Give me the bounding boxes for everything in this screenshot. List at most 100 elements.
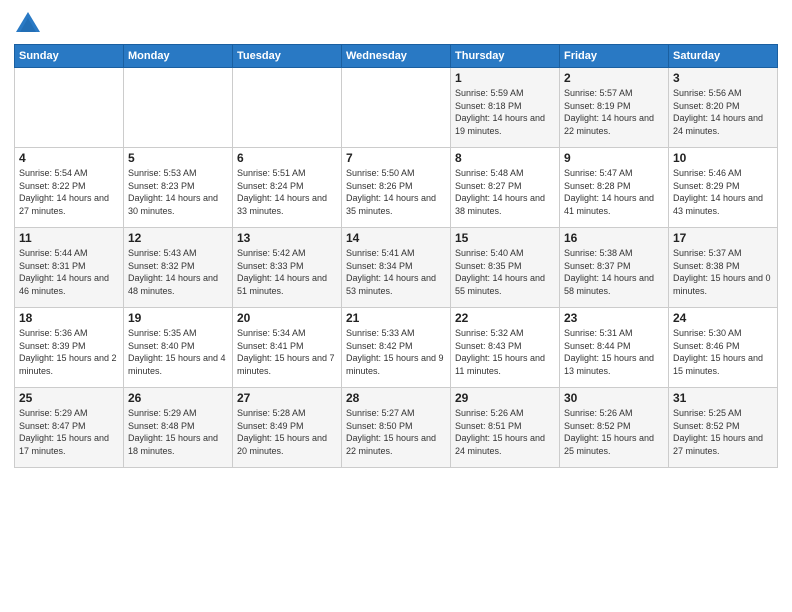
calendar-cell: 27 Sunrise: 5:28 AM Sunset: 8:49 PM Dayli… — [233, 388, 342, 468]
day-detail: Sunrise: 5:44 AM Sunset: 8:31 PM Dayligh… — [19, 247, 119, 297]
calendar-cell: 13 Sunrise: 5:42 AM Sunset: 8:33 PM Dayli… — [233, 228, 342, 308]
day-number: 9 — [564, 151, 664, 165]
calendar-cell: 2Sunrise: 5:57 AM Sunset: 8:19 PM Daylig… — [560, 68, 669, 148]
calendar-cell: 4 Sunrise: 5:54 AM Sunset: 8:22 PM Daylig… — [15, 148, 124, 228]
logo — [14, 10, 46, 38]
day-detail: Sunrise: 5:37 AM Sunset: 8:38 PM Dayligh… — [673, 247, 773, 297]
calendar-cell: 22 Sunrise: 5:32 AM Sunset: 8:43 PM Dayli… — [451, 308, 560, 388]
day-number: 5 — [128, 151, 228, 165]
day-detail: Sunrise: 5:59 AM Sunset: 8:18 PM Dayligh… — [455, 87, 555, 137]
calendar-header: SundayMondayTuesdayWednesdayThursdayFrid… — [15, 45, 778, 68]
day-detail: Sunrise: 5:36 AM Sunset: 8:39 PM Dayligh… — [19, 327, 119, 377]
week-row-0: 1 Sunrise: 5:59 AM Sunset: 8:18 PM Daylig… — [15, 68, 778, 148]
calendar-cell: 10Sunrise: 5:46 AM Sunset: 8:29 PM Dayli… — [669, 148, 778, 228]
day-detail: Sunrise: 5:35 AM Sunset: 8:40 PM Dayligh… — [128, 327, 228, 377]
calendar-cell: 31 Sunrise: 5:25 AM Sunset: 8:52 PM Dayli… — [669, 388, 778, 468]
day-detail: Sunrise: 5:47 AM Sunset: 8:28 PM Dayligh… — [564, 167, 664, 217]
calendar-cell: 19 Sunrise: 5:35 AM Sunset: 8:40 PM Dayli… — [124, 308, 233, 388]
col-header-saturday: Saturday — [669, 45, 778, 68]
day-detail: Sunrise: 5:32 AM Sunset: 8:43 PM Dayligh… — [455, 327, 555, 377]
calendar-cell — [15, 68, 124, 148]
day-number: 21 — [346, 311, 446, 325]
day-detail: Sunrise: 5:28 AM Sunset: 8:49 PM Dayligh… — [237, 407, 337, 457]
day-number: 1 — [455, 71, 555, 85]
calendar-cell: 28 Sunrise: 5:27 AM Sunset: 8:50 PM Dayli… — [342, 388, 451, 468]
day-detail: Sunrise: 5:51 AM Sunset: 8:24 PM Dayligh… — [237, 167, 337, 217]
day-number: 26 — [128, 391, 228, 405]
calendar-cell: 5Sunrise: 5:53 AM Sunset: 8:23 PM Daylig… — [124, 148, 233, 228]
calendar-cell: 3 Sunrise: 5:56 AM Sunset: 8:20 PM Daylig… — [669, 68, 778, 148]
day-number: 24 — [673, 311, 773, 325]
day-detail: Sunrise: 5:25 AM Sunset: 8:52 PM Dayligh… — [673, 407, 773, 457]
day-number: 30 — [564, 391, 664, 405]
day-number: 16 — [564, 231, 664, 245]
day-detail: Sunrise: 5:40 AM Sunset: 8:35 PM Dayligh… — [455, 247, 555, 297]
day-number: 27 — [237, 391, 337, 405]
calendar-cell: 24 Sunrise: 5:30 AM Sunset: 8:46 PM Dayli… — [669, 308, 778, 388]
calendar-cell: 1 Sunrise: 5:59 AM Sunset: 8:18 PM Daylig… — [451, 68, 560, 148]
day-detail: Sunrise: 5:31 AM Sunset: 8:44 PM Dayligh… — [564, 327, 664, 377]
day-number: 23 — [564, 311, 664, 325]
calendar-table: SundayMondayTuesdayWednesdayThursdayFrid… — [14, 44, 778, 468]
logo-icon — [14, 10, 42, 38]
calendar-cell: 21 Sunrise: 5:33 AM Sunset: 8:42 PM Dayli… — [342, 308, 451, 388]
page-container: SundayMondayTuesdayWednesdayThursdayFrid… — [0, 0, 792, 481]
day-number: 6 — [237, 151, 337, 165]
day-number: 28 — [346, 391, 446, 405]
calendar-cell — [342, 68, 451, 148]
calendar-cell: 6 Sunrise: 5:51 AM Sunset: 8:24 PM Daylig… — [233, 148, 342, 228]
day-detail: Sunrise: 5:50 AM Sunset: 8:26 PM Dayligh… — [346, 167, 446, 217]
day-detail: Sunrise: 5:26 AM Sunset: 8:52 PM Dayligh… — [564, 407, 664, 457]
week-row-3: 18 Sunrise: 5:36 AM Sunset: 8:39 PM Dayli… — [15, 308, 778, 388]
week-row-1: 4 Sunrise: 5:54 AM Sunset: 8:22 PM Daylig… — [15, 148, 778, 228]
day-detail: Sunrise: 5:33 AM Sunset: 8:42 PM Dayligh… — [346, 327, 446, 377]
day-detail: Sunrise: 5:42 AM Sunset: 8:33 PM Dayligh… — [237, 247, 337, 297]
day-number: 18 — [19, 311, 119, 325]
day-number: 13 — [237, 231, 337, 245]
calendar-cell: 14 Sunrise: 5:41 AM Sunset: 8:34 PM Dayli… — [342, 228, 451, 308]
calendar-cell: 16 Sunrise: 5:38 AM Sunset: 8:37 PM Dayli… — [560, 228, 669, 308]
calendar-cell: 30 Sunrise: 5:26 AM Sunset: 8:52 PM Dayli… — [560, 388, 669, 468]
day-number: 17 — [673, 231, 773, 245]
day-detail: Sunrise: 5:43 AM Sunset: 8:32 PM Dayligh… — [128, 247, 228, 297]
col-header-monday: Monday — [124, 45, 233, 68]
day-number: 15 — [455, 231, 555, 245]
calendar-cell: 11 Sunrise: 5:44 AM Sunset: 8:31 PM Dayli… — [15, 228, 124, 308]
calendar-cell: 26Sunrise: 5:29 AM Sunset: 8:48 PM Dayli… — [124, 388, 233, 468]
day-number: 12 — [128, 231, 228, 245]
day-number: 8 — [455, 151, 555, 165]
day-number: 29 — [455, 391, 555, 405]
day-number: 2 — [564, 71, 664, 85]
day-number: 11 — [19, 231, 119, 245]
day-number: 22 — [455, 311, 555, 325]
day-detail: Sunrise: 5:56 AM Sunset: 8:20 PM Dayligh… — [673, 87, 773, 137]
calendar-cell: 29 Sunrise: 5:26 AM Sunset: 8:51 PM Dayli… — [451, 388, 560, 468]
day-number: 3 — [673, 71, 773, 85]
day-detail: Sunrise: 5:38 AM Sunset: 8:37 PM Dayligh… — [564, 247, 664, 297]
page-header — [14, 10, 778, 38]
day-number: 14 — [346, 231, 446, 245]
day-detail: Sunrise: 5:41 AM Sunset: 8:34 PM Dayligh… — [346, 247, 446, 297]
col-header-thursday: Thursday — [451, 45, 560, 68]
day-number: 19 — [128, 311, 228, 325]
week-row-2: 11 Sunrise: 5:44 AM Sunset: 8:31 PM Dayli… — [15, 228, 778, 308]
header-row: SundayMondayTuesdayWednesdayThursdayFrid… — [15, 45, 778, 68]
calendar-body: 1 Sunrise: 5:59 AM Sunset: 8:18 PM Daylig… — [15, 68, 778, 468]
day-detail: Sunrise: 5:34 AM Sunset: 8:41 PM Dayligh… — [237, 327, 337, 377]
week-row-4: 25Sunrise: 5:29 AM Sunset: 8:47 PM Dayli… — [15, 388, 778, 468]
calendar-cell: 18 Sunrise: 5:36 AM Sunset: 8:39 PM Dayli… — [15, 308, 124, 388]
day-detail: Sunrise: 5:54 AM Sunset: 8:22 PM Dayligh… — [19, 167, 119, 217]
day-detail: Sunrise: 5:26 AM Sunset: 8:51 PM Dayligh… — [455, 407, 555, 457]
day-detail: Sunrise: 5:27 AM Sunset: 8:50 PM Dayligh… — [346, 407, 446, 457]
day-detail: Sunrise: 5:29 AM Sunset: 8:47 PM Dayligh… — [19, 407, 119, 457]
day-detail: Sunrise: 5:30 AM Sunset: 8:46 PM Dayligh… — [673, 327, 773, 377]
col-header-sunday: Sunday — [15, 45, 124, 68]
calendar-cell: 8 Sunrise: 5:48 AM Sunset: 8:27 PM Daylig… — [451, 148, 560, 228]
col-header-wednesday: Wednesday — [342, 45, 451, 68]
calendar-cell: 7Sunrise: 5:50 AM Sunset: 8:26 PM Daylig… — [342, 148, 451, 228]
day-number: 31 — [673, 391, 773, 405]
calendar-cell: 20Sunrise: 5:34 AM Sunset: 8:41 PM Dayli… — [233, 308, 342, 388]
day-detail: Sunrise: 5:48 AM Sunset: 8:27 PM Dayligh… — [455, 167, 555, 217]
day-number: 10 — [673, 151, 773, 165]
day-number: 4 — [19, 151, 119, 165]
